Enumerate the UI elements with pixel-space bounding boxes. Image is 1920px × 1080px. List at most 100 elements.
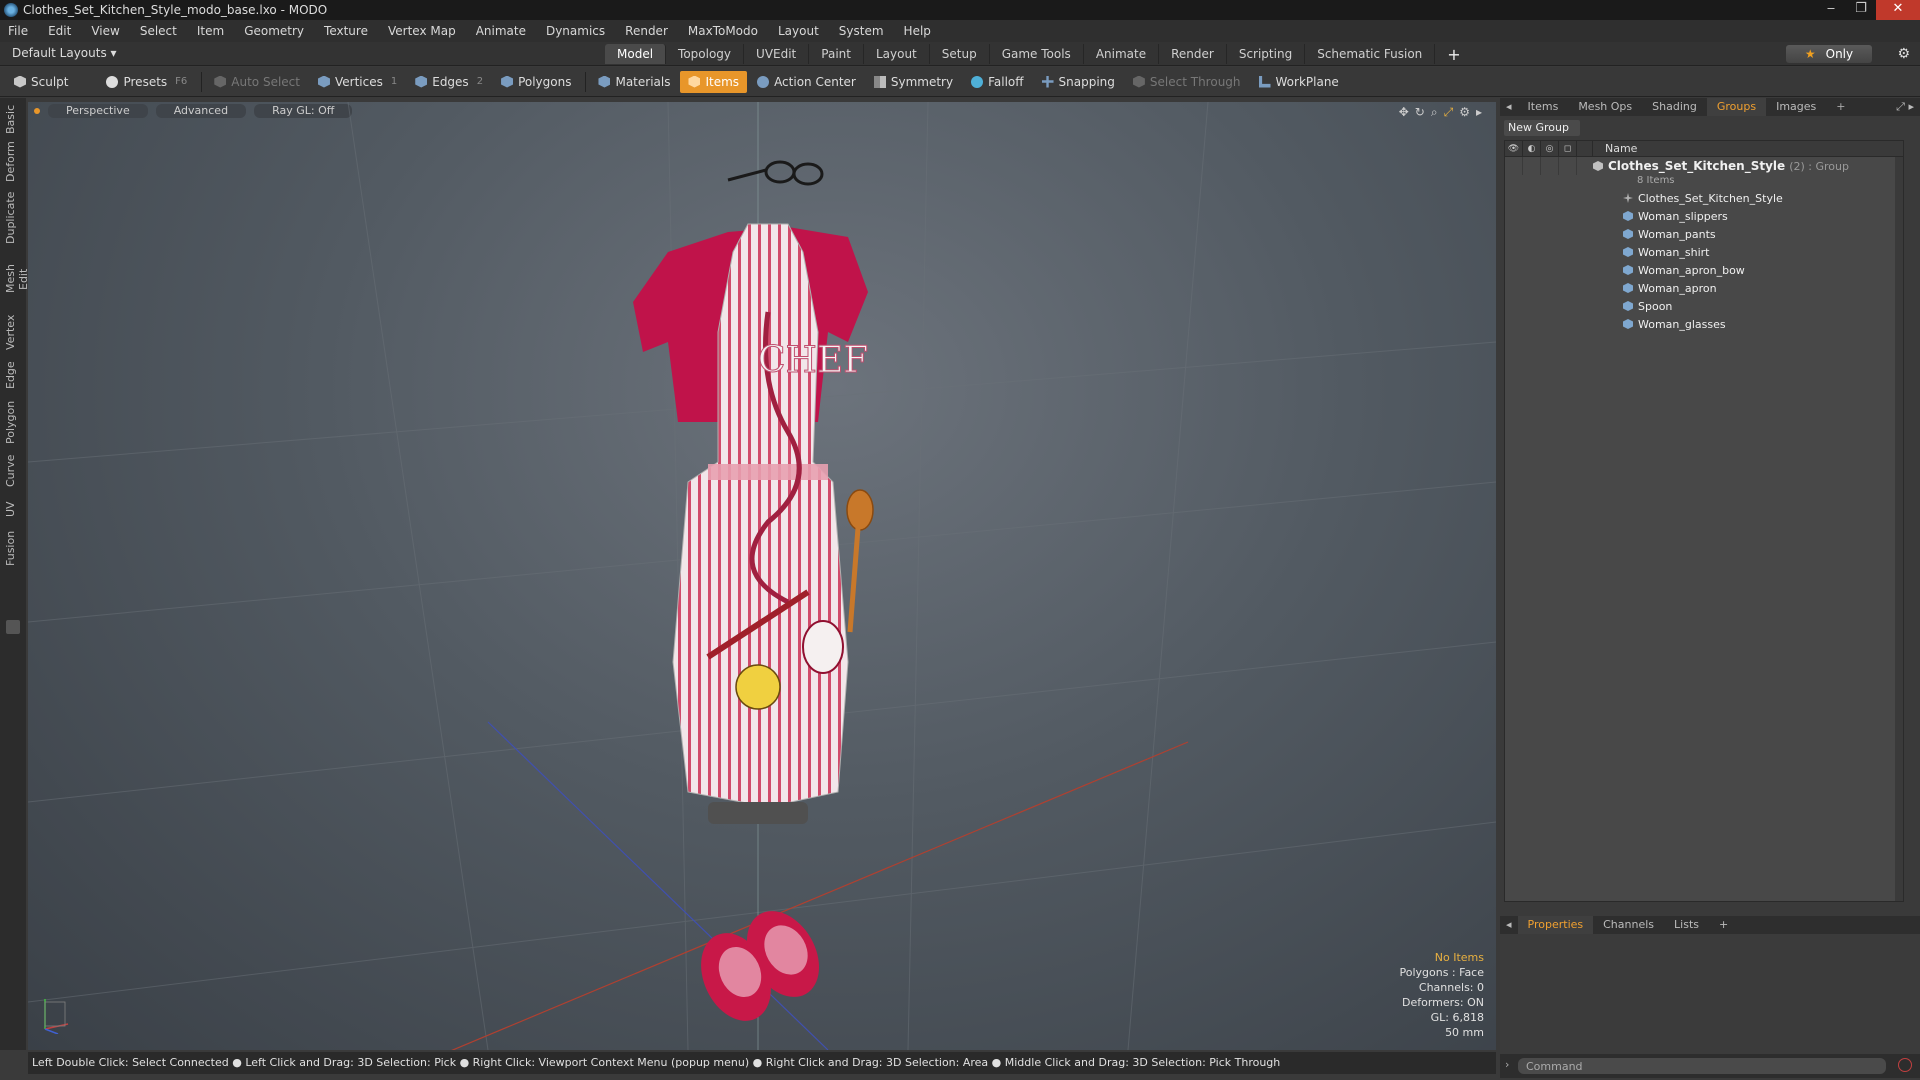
list-item[interactable]: Woman_slippers [1505,207,1903,225]
left-tab-deform[interactable]: Deform [4,141,22,182]
default-layouts-dropdown[interactable]: Default Layouts ▾ [12,46,117,60]
tab-properties[interactable]: Properties [1517,916,1594,934]
tab-schematic-fusion[interactable]: Schematic Fusion [1305,44,1436,64]
left-tab-basic[interactable]: Basic [4,105,22,134]
action-center-button[interactable]: Action Center [749,71,864,93]
menu-view[interactable]: View [91,24,119,38]
tab-uvedit[interactable]: UVEdit [744,44,810,64]
tab-paint[interactable]: Paint [809,44,864,64]
menu-render[interactable]: Render [625,24,668,38]
left-tab-polygon[interactable]: Polygon [4,400,22,444]
left-tab-fusion[interactable]: Fusion [4,530,22,566]
visibility-column-icon[interactable]: 👁 [1505,140,1523,157]
tab-topology[interactable]: Topology [666,44,745,64]
tab-shading[interactable]: Shading [1642,98,1707,116]
menu-system[interactable]: System [839,24,884,38]
close-icon[interactable]: ✕ [1876,0,1920,20]
vertices-button[interactable]: Vertices 1 [310,71,405,93]
panel-expand-icon[interactable]: ⤢ ▸ [1896,100,1914,114]
list-item[interactable]: Woman_shirt [1505,243,1903,261]
render-column-icon[interactable]: ◐ [1523,140,1541,157]
sculpt-button[interactable]: Sculpt [6,71,76,93]
polygons-button[interactable]: Polygons [493,71,579,93]
minimize-icon[interactable]: ‒ [1816,0,1846,20]
groups-scrollbar[interactable] [1895,157,1903,901]
tab-channels[interactable]: Channels [1593,916,1664,934]
properties-grip-icon[interactable]: ◂ [1500,916,1518,934]
select-through-button[interactable]: Select Through [1125,71,1249,93]
falloff-button[interactable]: Falloff [963,71,1031,93]
title-bar: Clothes_Set_Kitchen_Style_modo_base.lxo … [0,0,1920,20]
tab-groups[interactable]: Groups [1706,98,1767,116]
materials-button[interactable]: Materials [590,71,678,93]
items-icon [688,75,701,88]
menu-file[interactable]: File [8,24,28,38]
list-item[interactable]: Spoon [1505,297,1903,315]
menu-dynamics[interactable]: Dynamics [546,24,605,38]
panel-tabs: ◂ Items Mesh Ops Shading Groups Images +… [1500,98,1920,116]
lock-column-icon[interactable]: ◎ [1541,140,1559,157]
only-button[interactable]: ★ Only [1786,45,1872,63]
left-tab-duplicate[interactable]: Duplicate [4,192,22,244]
left-tab-uv[interactable]: UV [4,498,22,520]
select-toggle-icon[interactable] [1559,157,1577,175]
render-toggle-icon[interactable] [1523,157,1541,175]
command-record-icon[interactable] [1898,1058,1912,1072]
left-tab-curve[interactable]: Curve [4,454,22,488]
restore-icon[interactable]: ❐ [1846,0,1876,20]
left-tab-vertex[interactable]: Vertex [4,314,22,350]
tab-setup[interactable]: Setup [930,44,990,64]
item-name: Woman_glasses [1638,317,1726,331]
command-input[interactable] [1518,1058,1886,1074]
menu-vertex-map[interactable]: Vertex Map [388,24,456,38]
name-column-header[interactable]: Name [1593,142,1637,155]
select-column-icon[interactable]: ◻ [1559,140,1577,157]
menu-texture[interactable]: Texture [324,24,368,38]
menu-item[interactable]: Item [197,24,224,38]
tab-animate[interactable]: Animate [1084,44,1160,64]
menu-select[interactable]: Select [140,24,177,38]
menu-animate[interactable]: Animate [476,24,526,38]
tab-layout[interactable]: Layout [864,44,930,64]
lock-toggle-icon[interactable] [1541,157,1559,175]
tab-items[interactable]: Items [1518,98,1569,116]
items-button[interactable]: Items [680,70,748,93]
menu-help[interactable]: Help [904,24,931,38]
tab-images[interactable]: Images [1766,98,1826,116]
symmetry-button[interactable]: Symmetry [866,71,961,93]
tab-scripting[interactable]: Scripting [1227,44,1306,64]
tab-game-tools[interactable]: Game Tools [990,44,1084,64]
tab-mesh-ops[interactable]: Mesh Ops [1568,98,1642,116]
menu-maxtomodo[interactable]: MaxToModo [688,24,758,38]
presets-button[interactable]: Presets F6 [98,71,195,93]
left-tab-edge[interactable]: Edge [4,360,22,390]
add-tab-icon[interactable]: + [1435,44,1472,65]
menu-geometry[interactable]: Geometry [244,24,304,38]
tab-model[interactable]: Model [605,44,667,64]
panel-grip-icon[interactable]: ◂ [1500,98,1518,116]
3d-viewport[interactable]: Perspective Advanced Ray GL: Off ✥ ↻ ⌕ ⤢… [28,102,1496,1050]
edges-button[interactable]: Edges 2 [407,71,491,93]
new-group-button[interactable]: New Group [1504,120,1580,136]
group-row[interactable]: Clothes_Set_Kitchen_Style (2) : Group [1505,157,1903,175]
list-item[interactable]: Woman_pants [1505,225,1903,243]
list-item[interactable]: Woman_apron [1505,279,1903,297]
left-tab-mesh-edit[interactable]: Mesh Edit [4,254,30,304]
add-panel-tab-icon[interactable]: + [1826,98,1855,116]
modo-app-icon [4,3,18,17]
workplane-icon [1258,75,1271,88]
menu-layout[interactable]: Layout [778,24,819,38]
list-item[interactable]: Clothes_Set_Kitchen_Style [1505,189,1903,207]
workplane-button[interactable]: WorkPlane [1251,71,1347,93]
add-properties-tab-icon[interactable]: + [1709,916,1738,934]
list-item[interactable]: Woman_apron_bow [1505,261,1903,279]
auto-select-button[interactable]: Auto Select [206,71,308,93]
palette-toggle-icon[interactable] [6,620,20,634]
menu-edit[interactable]: Edit [48,24,71,38]
gear-icon[interactable]: ⚙ [1897,46,1910,62]
list-item[interactable]: Woman_glasses [1505,315,1903,333]
tab-lists[interactable]: Lists [1664,916,1709,934]
snapping-button[interactable]: Snapping [1034,71,1123,93]
visibility-toggle-icon[interactable] [1505,157,1523,175]
tab-render[interactable]: Render [1159,44,1227,64]
